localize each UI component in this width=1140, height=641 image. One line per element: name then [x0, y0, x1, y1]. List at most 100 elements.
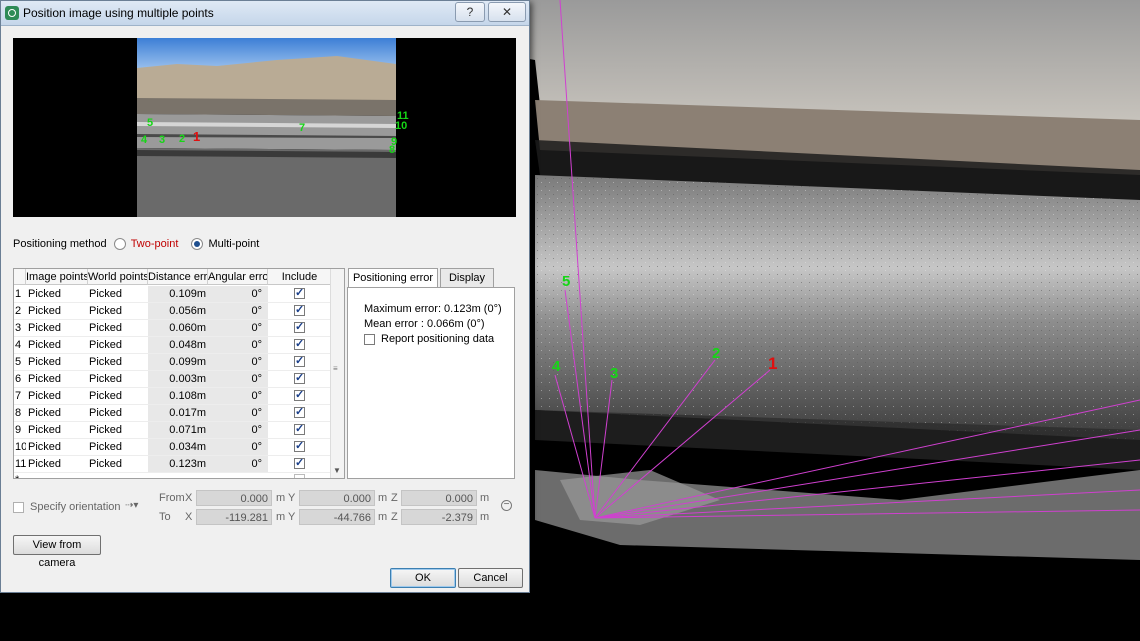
multi-point-label[interactable]: Multi-point — [209, 238, 260, 250]
remove-orientation-icon[interactable]: − — [501, 500, 512, 511]
specify-orientation-label[interactable]: Specify orientation — [30, 501, 121, 513]
tab-display[interactable]: Display — [440, 268, 494, 287]
image-point-cell[interactable]: Picked — [28, 456, 88, 472]
distance-error-cell: 0.017m — [148, 405, 208, 421]
table-scrollbar[interactable]: ≡ ▼ — [330, 269, 344, 478]
report-positioning-label[interactable]: Report positioning data — [381, 333, 494, 345]
new-row-include-checkbox[interactable] — [294, 474, 305, 478]
angular-error-cell: 0° — [208, 286, 268, 302]
scroll-down-icon[interactable]: ▼ — [333, 466, 341, 475]
view-from-camera-button[interactable]: View from camera — [13, 535, 101, 569]
cancel-button[interactable]: Cancel — [458, 568, 523, 588]
preview-label-8: 8 — [389, 144, 396, 156]
points-table: Image points World points Distance error… — [13, 268, 345, 479]
include-checkbox[interactable] — [294, 371, 305, 384]
include-checkbox[interactable] — [294, 405, 305, 418]
table-row[interactable]: 1 Picked Picked 0.109m 0° — [14, 286, 332, 303]
to-label: To — [159, 511, 171, 523]
include-checkbox[interactable] — [294, 439, 305, 452]
table-row[interactable]: 8 Picked Picked 0.017m 0° — [14, 405, 332, 422]
table-row[interactable]: 10PickedPicked0.034m0° — [14, 439, 332, 456]
column-header-angular-error[interactable]: Angular error — [208, 269, 268, 285]
include-checkbox[interactable] — [294, 286, 305, 299]
angular-error-cell: 0° — [208, 337, 268, 353]
include-checkbox[interactable] — [294, 354, 305, 367]
to-x-field[interactable]: -119.281 — [196, 509, 272, 525]
position-image-dialog: Position image using multiple points ? ✕ — [0, 0, 530, 593]
image-point-cell[interactable]: Picked — [28, 337, 88, 353]
world-point-cell[interactable]: Picked — [89, 456, 148, 472]
image-point-cell[interactable]: Picked — [28, 405, 88, 421]
world-point-cell[interactable]: Picked — [89, 303, 148, 319]
world-point-cell[interactable]: Picked — [89, 439, 148, 455]
world-point-cell[interactable]: Picked — [89, 388, 148, 404]
table-row[interactable]: 9 Picked Picked 0.071m 0° — [14, 422, 332, 439]
column-header-image-points[interactable]: Image points — [26, 269, 88, 285]
close-button[interactable]: ✕ — [488, 2, 526, 22]
table-row[interactable]: 2 Picked Picked 0.056m 0° — [14, 303, 332, 320]
viewport-label-5: 5 — [562, 273, 571, 290]
help-button[interactable]: ? — [455, 2, 485, 22]
image-preview[interactable]: 11 11 10 5 4 3 2 1 9 8 7 — [13, 38, 516, 217]
angular-error-cell: 0° — [208, 320, 268, 336]
image-point-cell[interactable]: Picked — [28, 388, 88, 404]
preview-label-2: 2 — [179, 133, 186, 145]
include-checkbox[interactable] — [294, 320, 305, 333]
tab-positioning-error[interactable]: Positioning error — [348, 268, 438, 288]
table-row[interactable]: 7 Picked Picked 0.108m 0° — [14, 388, 332, 405]
report-positioning-checkbox[interactable] — [364, 334, 375, 345]
table-row[interactable]: 3 Picked Picked 0.060m 0° — [14, 320, 332, 337]
world-point-cell[interactable]: Picked — [89, 422, 148, 438]
image-point-cell[interactable]: Picked — [28, 286, 88, 302]
from-x-field[interactable]: 0.000 — [196, 490, 272, 506]
to-y-axis-label: Y — [288, 511, 296, 523]
world-point-cell[interactable]: Picked — [89, 320, 148, 336]
include-checkbox[interactable] — [294, 337, 305, 350]
include-checkbox[interactable] — [294, 388, 305, 401]
to-x-axis-label: X — [185, 511, 193, 523]
include-checkbox[interactable] — [294, 422, 305, 435]
table-row[interactable]: 6 Picked Picked 0.003m 0° — [14, 371, 332, 388]
mean-error-text: Mean error : 0.066m (0°) — [364, 318, 485, 330]
row-number: 3 — [15, 322, 22, 334]
column-header-include[interactable]: Include — [268, 269, 332, 285]
from-y-field[interactable]: 0.000 — [299, 490, 375, 506]
world-point-cell[interactable]: Picked — [89, 354, 148, 370]
specify-orientation-checkbox[interactable] — [13, 502, 24, 513]
preview-label-5: 5 — [147, 117, 154, 129]
from-z-field[interactable]: 0.000 — [401, 490, 477, 506]
column-header-world-points[interactable]: World points — [88, 269, 148, 285]
multi-point-radio[interactable] — [191, 238, 204, 251]
table-row[interactable]: 5 Picked Picked 0.099m 0° — [14, 354, 332, 371]
distance-error-cell: 0.071m — [148, 422, 208, 438]
column-header-distance-error[interactable]: Distance error — [148, 269, 208, 285]
two-point-label[interactable]: Two-point — [131, 238, 179, 250]
table-row[interactable]: 4 Picked Picked 0.048m 0° — [14, 337, 332, 354]
image-point-cell[interactable]: Picked — [28, 354, 88, 370]
to-z-axis-label: Z — [391, 511, 398, 523]
world-point-cell[interactable]: Picked — [89, 286, 148, 302]
include-checkbox[interactable] — [294, 456, 305, 469]
include-checkbox[interactable] — [294, 303, 305, 316]
positioning-method-label: Positioning method — [13, 238, 107, 250]
world-point-cell[interactable]: Picked — [89, 337, 148, 353]
orientation-pick-icon[interactable]: ⇢▾ — [125, 500, 138, 511]
image-point-cell[interactable]: Picked — [28, 439, 88, 455]
distance-error-cell: 0.108m — [148, 388, 208, 404]
ok-button[interactable]: OK — [390, 568, 456, 588]
dialog-titlebar[interactable]: Position image using multiple points ? ✕ — [1, 1, 529, 26]
to-y-field[interactable]: -44.766 — [299, 509, 375, 525]
to-z-field[interactable]: -2.379 — [401, 509, 477, 525]
row-number: 10 — [15, 441, 26, 453]
image-point-cell[interactable]: Picked — [28, 303, 88, 319]
image-point-cell[interactable]: Picked — [28, 422, 88, 438]
two-point-radio[interactable] — [113, 238, 126, 251]
preview-label-4: 4 — [141, 134, 148, 146]
world-point-cell[interactable]: Picked — [89, 371, 148, 387]
scroll-grip-icon: ≡ — [333, 364, 338, 373]
table-row[interactable]: 11 Picked Picked 0.123m 0° — [14, 456, 332, 473]
image-point-cell[interactable]: Picked — [28, 320, 88, 336]
image-point-cell[interactable]: Picked — [28, 371, 88, 387]
world-point-cell[interactable]: Picked — [89, 405, 148, 421]
new-row[interactable]: * — [14, 472, 332, 478]
